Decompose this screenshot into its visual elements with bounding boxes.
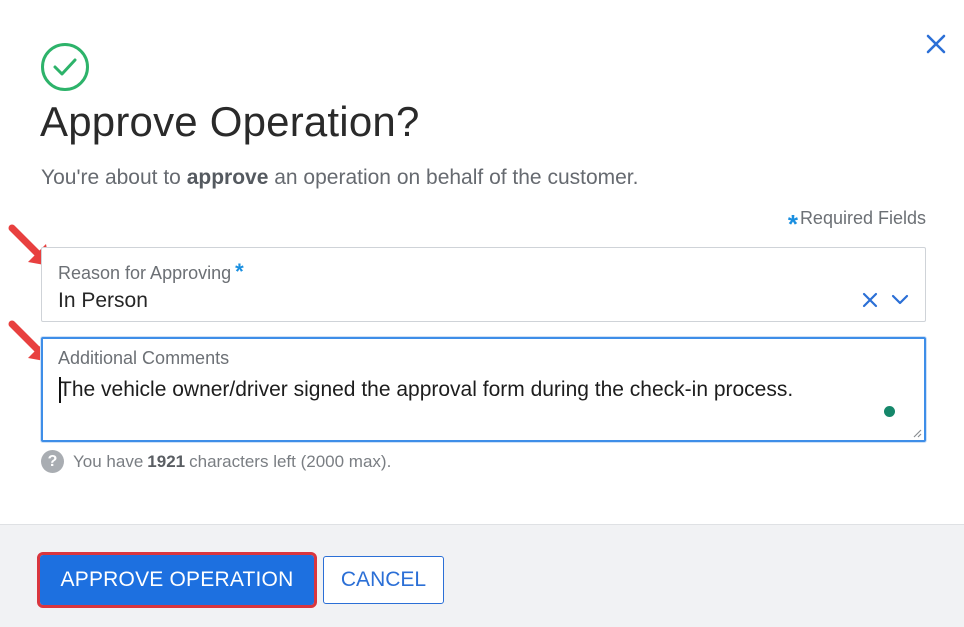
helper-prefix: You have [73,451,144,471]
required-asterisk-icon: * [235,259,244,284]
subtitle-emphasis: approve [186,166,269,189]
cancel-button[interactable]: CANCEL [323,556,444,604]
text-cursor [59,377,61,403]
character-count-helper: ? You have 1921 characters left (2000 ma… [41,450,391,473]
required-fields-note: * Required Fields [788,208,926,237]
required-fields-label: Required Fields [799,208,926,228]
help-icon: ? [41,450,64,473]
reason-label-text: Reason for Approving [58,263,232,283]
dialog-footer: APPROVE OPERATION CANCEL [0,524,964,627]
close-button[interactable] [922,30,950,58]
resize-handle-icon[interactable] [912,428,922,438]
reason-selected-value: In Person [58,289,148,312]
grammar-assistant-icon[interactable] [884,406,895,417]
check-circle-icon [41,43,89,91]
helper-suffix: characters left (2000 max). [189,451,392,471]
clear-icon[interactable] [861,291,879,309]
additional-comments-textarea[interactable]: Additional Comments The vehicle owner/dr… [41,337,926,442]
characters-left-count: 1921 [147,451,186,471]
subtitle-prefix: You're about to [41,166,187,189]
required-asterisk-icon: * [787,208,798,239]
approve-operation-button[interactable]: APPROVE OPERATION [37,552,317,608]
dialog-subtitle: You're about to approve an operation on … [41,166,638,190]
reason-select[interactable]: Reason for Approving * In Person [41,247,926,322]
reason-label: Reason for Approving * [58,259,244,285]
comments-value: The vehicle owner/driver signed the appr… [59,378,794,401]
subtitle-suffix: an operation on behalf of the customer. [268,166,639,189]
chevron-down-icon[interactable] [891,293,909,307]
comments-label: Additional Comments [58,348,230,368]
close-icon [926,34,946,54]
dialog-title: Approve Operation? [40,98,420,145]
